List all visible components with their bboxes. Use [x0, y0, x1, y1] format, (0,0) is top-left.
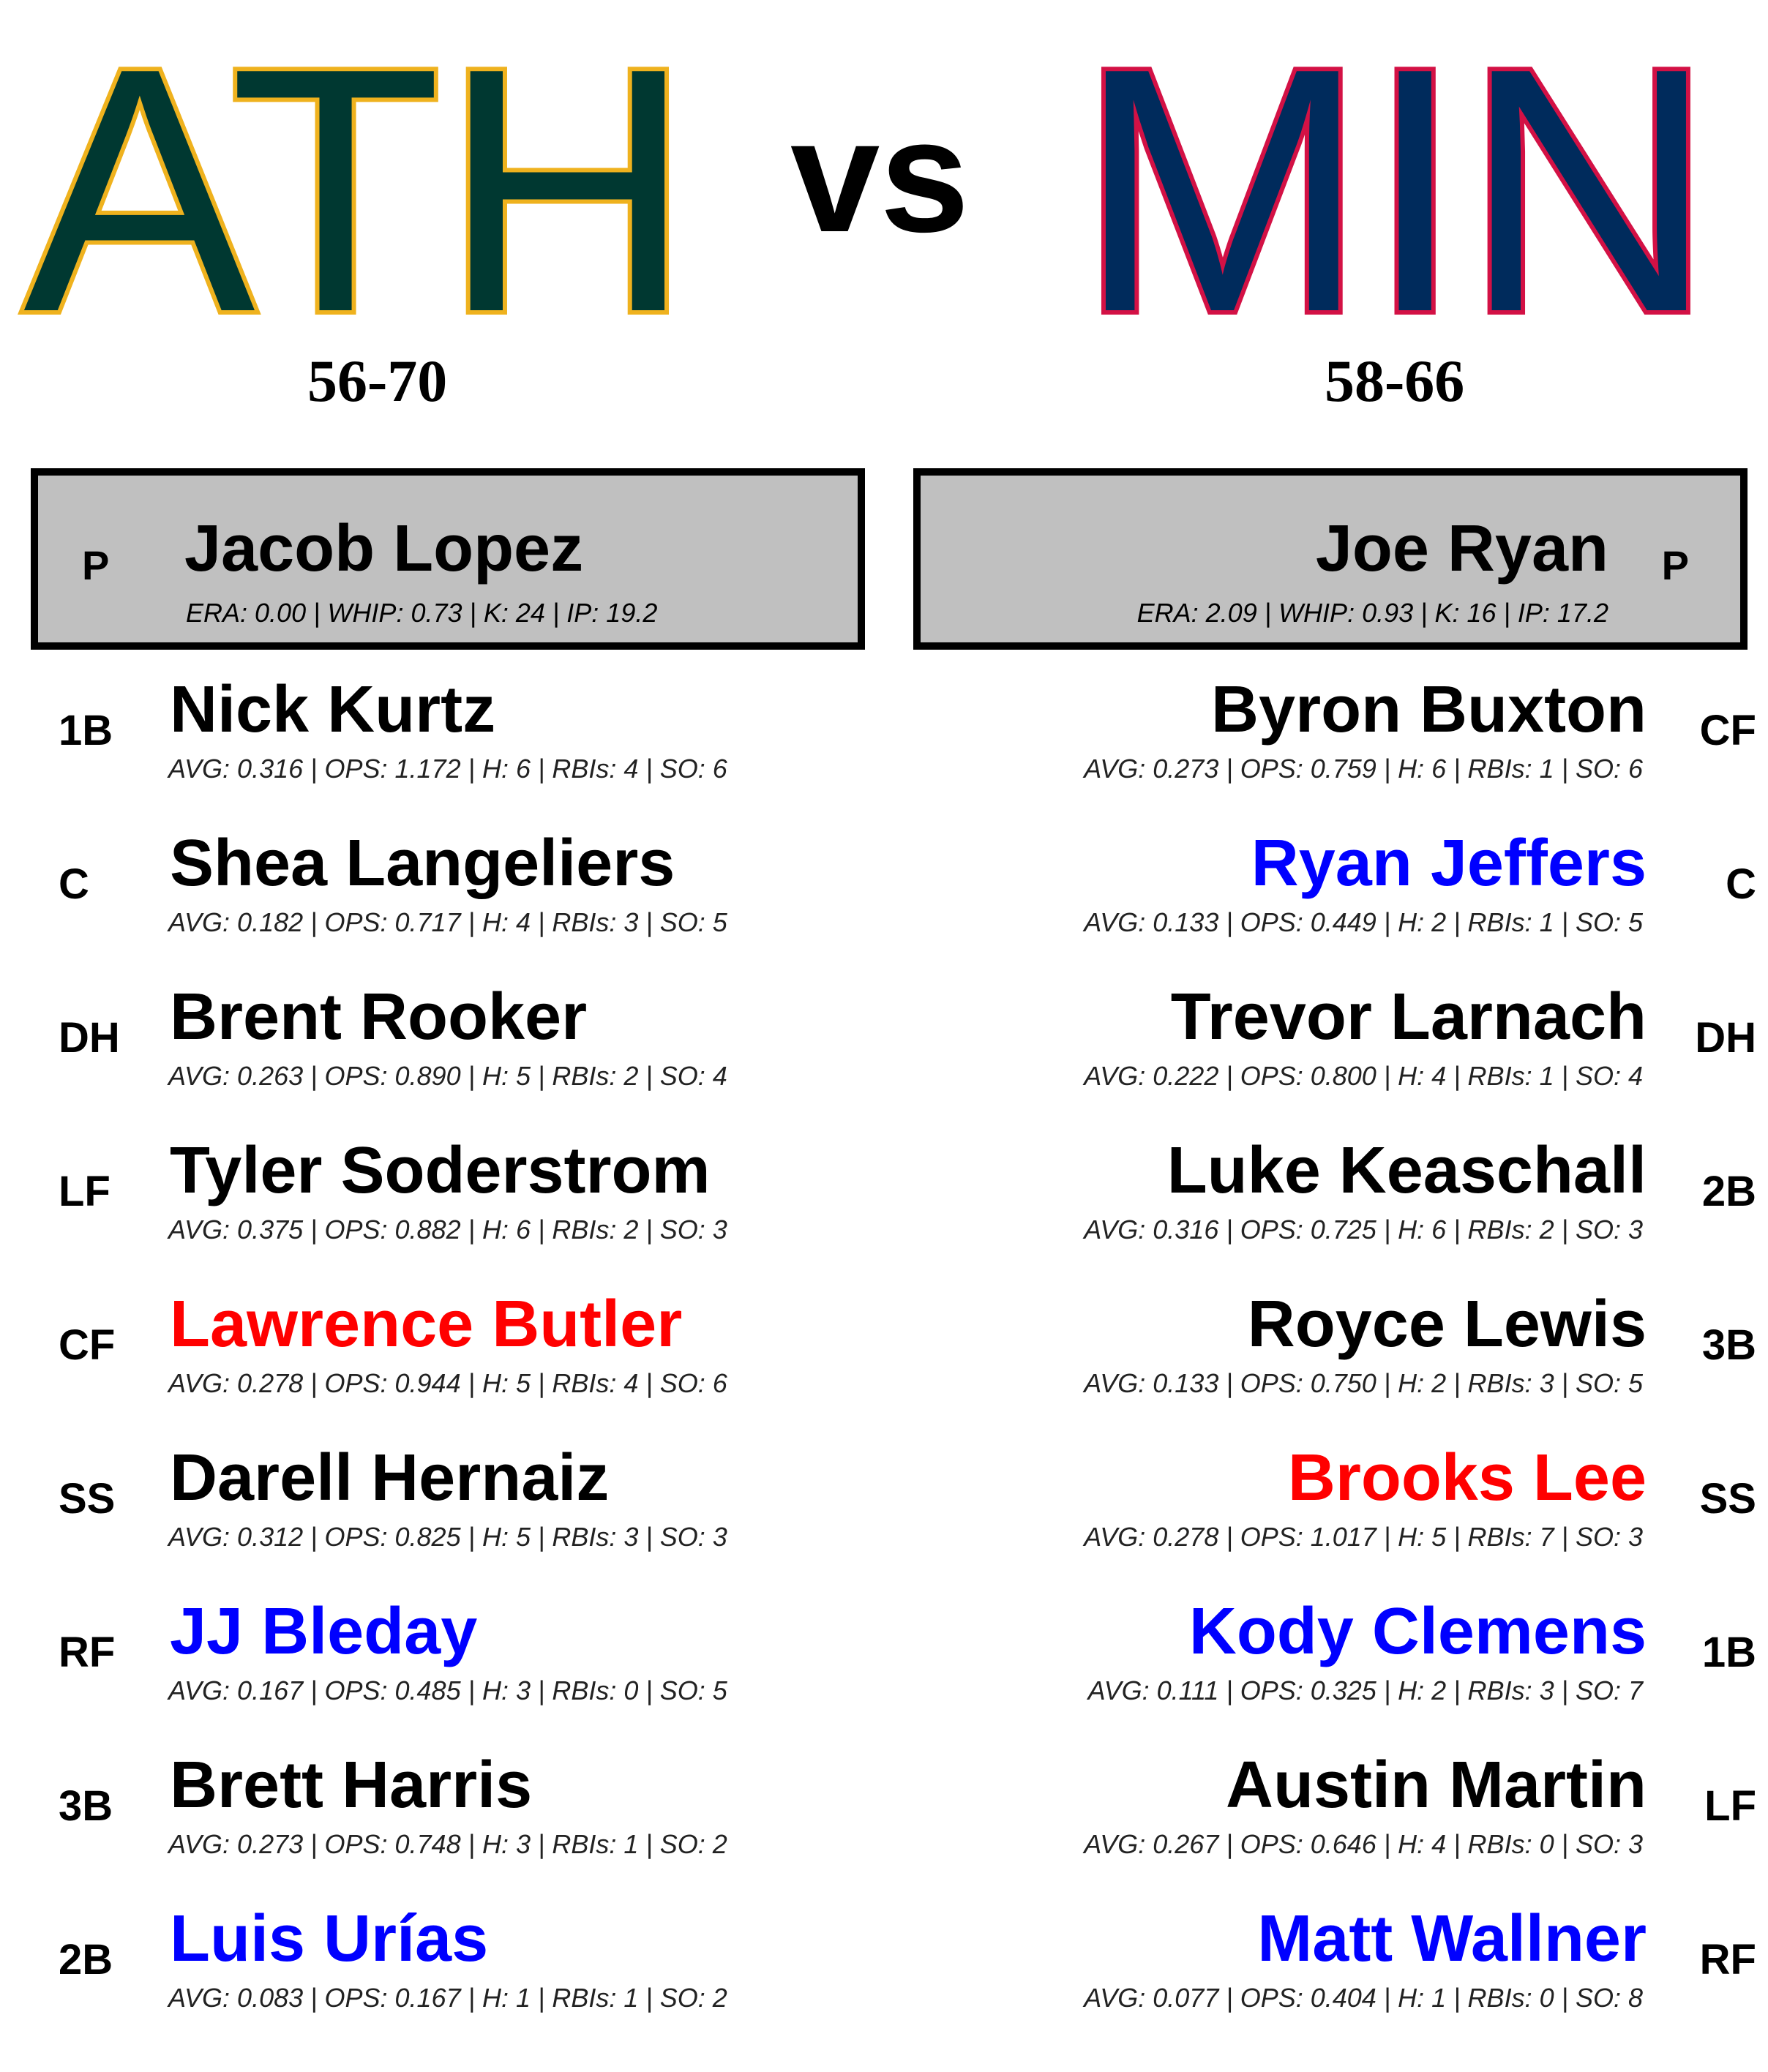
player-stats: AVG: 0.222 | OPS: 0.800 | H: 4 | RBIs: 1… — [1084, 1061, 1643, 1091]
lineup-row: Kody Clemens AVG: 0.111 | OPS: 0.325 | H:… — [915, 1599, 1756, 1752]
lineup-row: 1B Nick Kurtz AVG: 0.316 | OPS: 1.172 | H:… — [0, 677, 842, 830]
player-position: SS — [1699, 1475, 1756, 1523]
player-position: RF — [59, 1629, 116, 1676]
player-position: RF — [1699, 1936, 1756, 1983]
player-name: Luke Keaschall — [1166, 1134, 1647, 1207]
lineup-row: 3B Brett Harris AVG: 0.273 | OPS: 0.748 | … — [0, 1752, 842, 1906]
player-position: DH — [1695, 1014, 1756, 1062]
player-name: Trevor Larnach — [1170, 980, 1647, 1054]
home-team-record: 58-66 — [1325, 348, 1465, 414]
player-position: C — [59, 860, 89, 908]
player-stats: AVG: 0.111 | OPS: 0.325 | H: 2 | RBIs: 3… — [1087, 1675, 1643, 1705]
player-position: SS — [59, 1475, 116, 1523]
home-team-abbreviation: MIN — [1073, 0, 1719, 384]
player-stats: AVG: 0.133 | OPS: 0.750 | H: 2 | RBIs: 3… — [1084, 1368, 1643, 1398]
away-lineup: 1B Nick Kurtz AVG: 0.316 | OPS: 1.172 | H:… — [0, 677, 842, 2060]
player-name: Nick Kurtz — [170, 673, 496, 746]
player-name: Brooks Lee — [1287, 1441, 1647, 1514]
home-starting-pitcher-card: Joe Ryan ERA: 2.09 | WHIP: 0.93 | K: 16 … — [913, 468, 1748, 650]
player-name: Ryan Jeffers — [1251, 827, 1647, 900]
player-name: JJ Bleday — [170, 1595, 478, 1668]
lineup-row: DH Brent Rooker AVG: 0.263 | OPS: 0.890 | … — [0, 984, 842, 1138]
player-name: Tyler Soderstrom — [170, 1134, 711, 1207]
lineup-row: Trevor Larnach AVG: 0.222 | OPS: 0.800 | … — [915, 984, 1756, 1138]
lineup-row: SS Darell Hernaiz AVG: 0.312 | OPS: 0.825 … — [0, 1445, 842, 1599]
player-stats: AVG: 0.182 | OPS: 0.717 | H: 4 | RBIs: 3… — [168, 907, 727, 937]
lineup-row: Matt Wallner AVG: 0.077 | OPS: 0.404 | H:… — [915, 1906, 1756, 2060]
player-stats: AVG: 0.273 | OPS: 0.759 | H: 6 | RBIs: 1… — [1084, 754, 1643, 784]
pitcher-position: P — [1661, 542, 1689, 588]
player-stats: AVG: 0.083 | OPS: 0.167 | H: 1 | RBIs: 1… — [168, 1983, 727, 2013]
away-team-abbreviation: ATH — [19, 0, 697, 384]
lineup-row: Byron Buxton AVG: 0.273 | OPS: 0.759 | H:… — [915, 677, 1756, 830]
lineup-row: Luke Keaschall AVG: 0.316 | OPS: 0.725 | … — [915, 1138, 1756, 1291]
player-stats: AVG: 0.312 | OPS: 0.825 | H: 5 | RBIs: 3… — [168, 1522, 727, 1552]
player-name: Kody Clemens — [1188, 1595, 1647, 1668]
pitcher-stats: ERA: 2.09 | WHIP: 0.93 | K: 16 | IP: 17.… — [1136, 598, 1608, 628]
player-stats: AVG: 0.273 | OPS: 0.748 | H: 3 | RBIs: 1… — [168, 1829, 727, 1859]
player-position: 2B — [1701, 1168, 1756, 1215]
player-position: LF — [59, 1168, 110, 1215]
away-team-record: 56-70 — [307, 348, 448, 414]
player-stats: AVG: 0.278 | OPS: 0.944 | H: 5 | RBIs: 4… — [168, 1368, 727, 1398]
lineup-row: C Shea Langeliers AVG: 0.182 | OPS: 0.717 … — [0, 830, 842, 984]
player-position: DH — [59, 1014, 120, 1062]
away-starting-pitcher-card: P Jacob Lopez ERA: 0.00 | WHIP: 0.73 | K… — [31, 468, 865, 650]
player-position: 1B — [1701, 1629, 1756, 1676]
pitcher-name: Jacob Lopez — [184, 512, 584, 585]
lineup-row: Ryan Jeffers AVG: 0.133 | OPS: 0.449 | H:… — [915, 830, 1756, 984]
player-stats: AVG: 0.316 | OPS: 1.172 | H: 6 | RBIs: 4… — [168, 754, 727, 784]
player-stats: AVG: 0.316 | OPS: 0.725 | H: 6 | RBIs: 2… — [1084, 1215, 1643, 1245]
player-position: 3B — [1701, 1321, 1756, 1369]
player-position: 2B — [59, 1936, 113, 1983]
player-position: LF — [1704, 1782, 1756, 1830]
player-name: Luis Urías — [170, 1902, 489, 1975]
player-stats: AVG: 0.278 | OPS: 1.017 | H: 5 | RBIs: 7… — [1084, 1522, 1643, 1552]
player-position: CF — [59, 1321, 116, 1369]
player-name: Matt Wallner — [1257, 1902, 1647, 1975]
player-name: Byron Buxton — [1211, 673, 1647, 746]
player-stats: AVG: 0.167 | OPS: 0.485 | H: 3 | RBIs: 0… — [168, 1675, 727, 1705]
lineup-row: Austin Martin AVG: 0.267 | OPS: 0.646 | H… — [915, 1752, 1756, 1906]
lineup-row: CF Lawrence Butler AVG: 0.278 | OPS: 0.944… — [0, 1291, 842, 1445]
player-name: Darell Hernaiz — [170, 1441, 610, 1514]
player-stats: AVG: 0.267 | OPS: 0.646 | H: 4 | RBIs: 0… — [1084, 1829, 1643, 1859]
player-position: CF — [1699, 707, 1756, 754]
lineup-row: RF JJ Bleday AVG: 0.167 | OPS: 0.485 | H: … — [0, 1599, 842, 1752]
player-name: Royce Lewis — [1247, 1288, 1647, 1361]
player-stats: AVG: 0.375 | OPS: 0.882 | H: 6 | RBIs: 2… — [168, 1215, 727, 1245]
player-name: Austin Martin — [1226, 1749, 1647, 1822]
player-position: 1B — [59, 707, 113, 754]
pitcher-name: Joe Ryan — [1315, 512, 1608, 585]
lineup-row: Brooks Lee AVG: 0.278 | OPS: 1.017 | H: 5… — [915, 1445, 1756, 1599]
player-stats: AVG: 0.133 | OPS: 0.449 | H: 2 | RBIs: 1… — [1084, 907, 1643, 937]
player-name: Shea Langeliers — [170, 827, 675, 900]
player-name: Lawrence Butler — [170, 1288, 683, 1361]
pitcher-position: P — [82, 542, 110, 588]
player-stats: AVG: 0.263 | OPS: 0.890 | H: 5 | RBIs: 2… — [168, 1061, 727, 1091]
home-lineup: Byron Buxton AVG: 0.273 | OPS: 0.759 | H:… — [915, 677, 1756, 2060]
lineup-row: Royce Lewis AVG: 0.133 | OPS: 0.750 | H: … — [915, 1291, 1756, 1445]
lineup-row: LF Tyler Soderstrom AVG: 0.375 | OPS: 0.88… — [0, 1138, 842, 1291]
player-name: Brent Rooker — [170, 980, 588, 1054]
player-stats: AVG: 0.077 | OPS: 0.404 | H: 1 | RBIs: 0… — [1084, 1983, 1643, 2013]
lineup-row: 2B Luis Urías AVG: 0.083 | OPS: 0.167 | H:… — [0, 1906, 842, 2060]
player-position: C — [1726, 860, 1756, 908]
versus-label: vs — [790, 86, 970, 266]
player-position: 3B — [59, 1782, 113, 1830]
pitcher-stats: ERA: 0.00 | WHIP: 0.73 | K: 24 | IP: 19.… — [186, 598, 658, 628]
player-name: Brett Harris — [170, 1749, 533, 1822]
